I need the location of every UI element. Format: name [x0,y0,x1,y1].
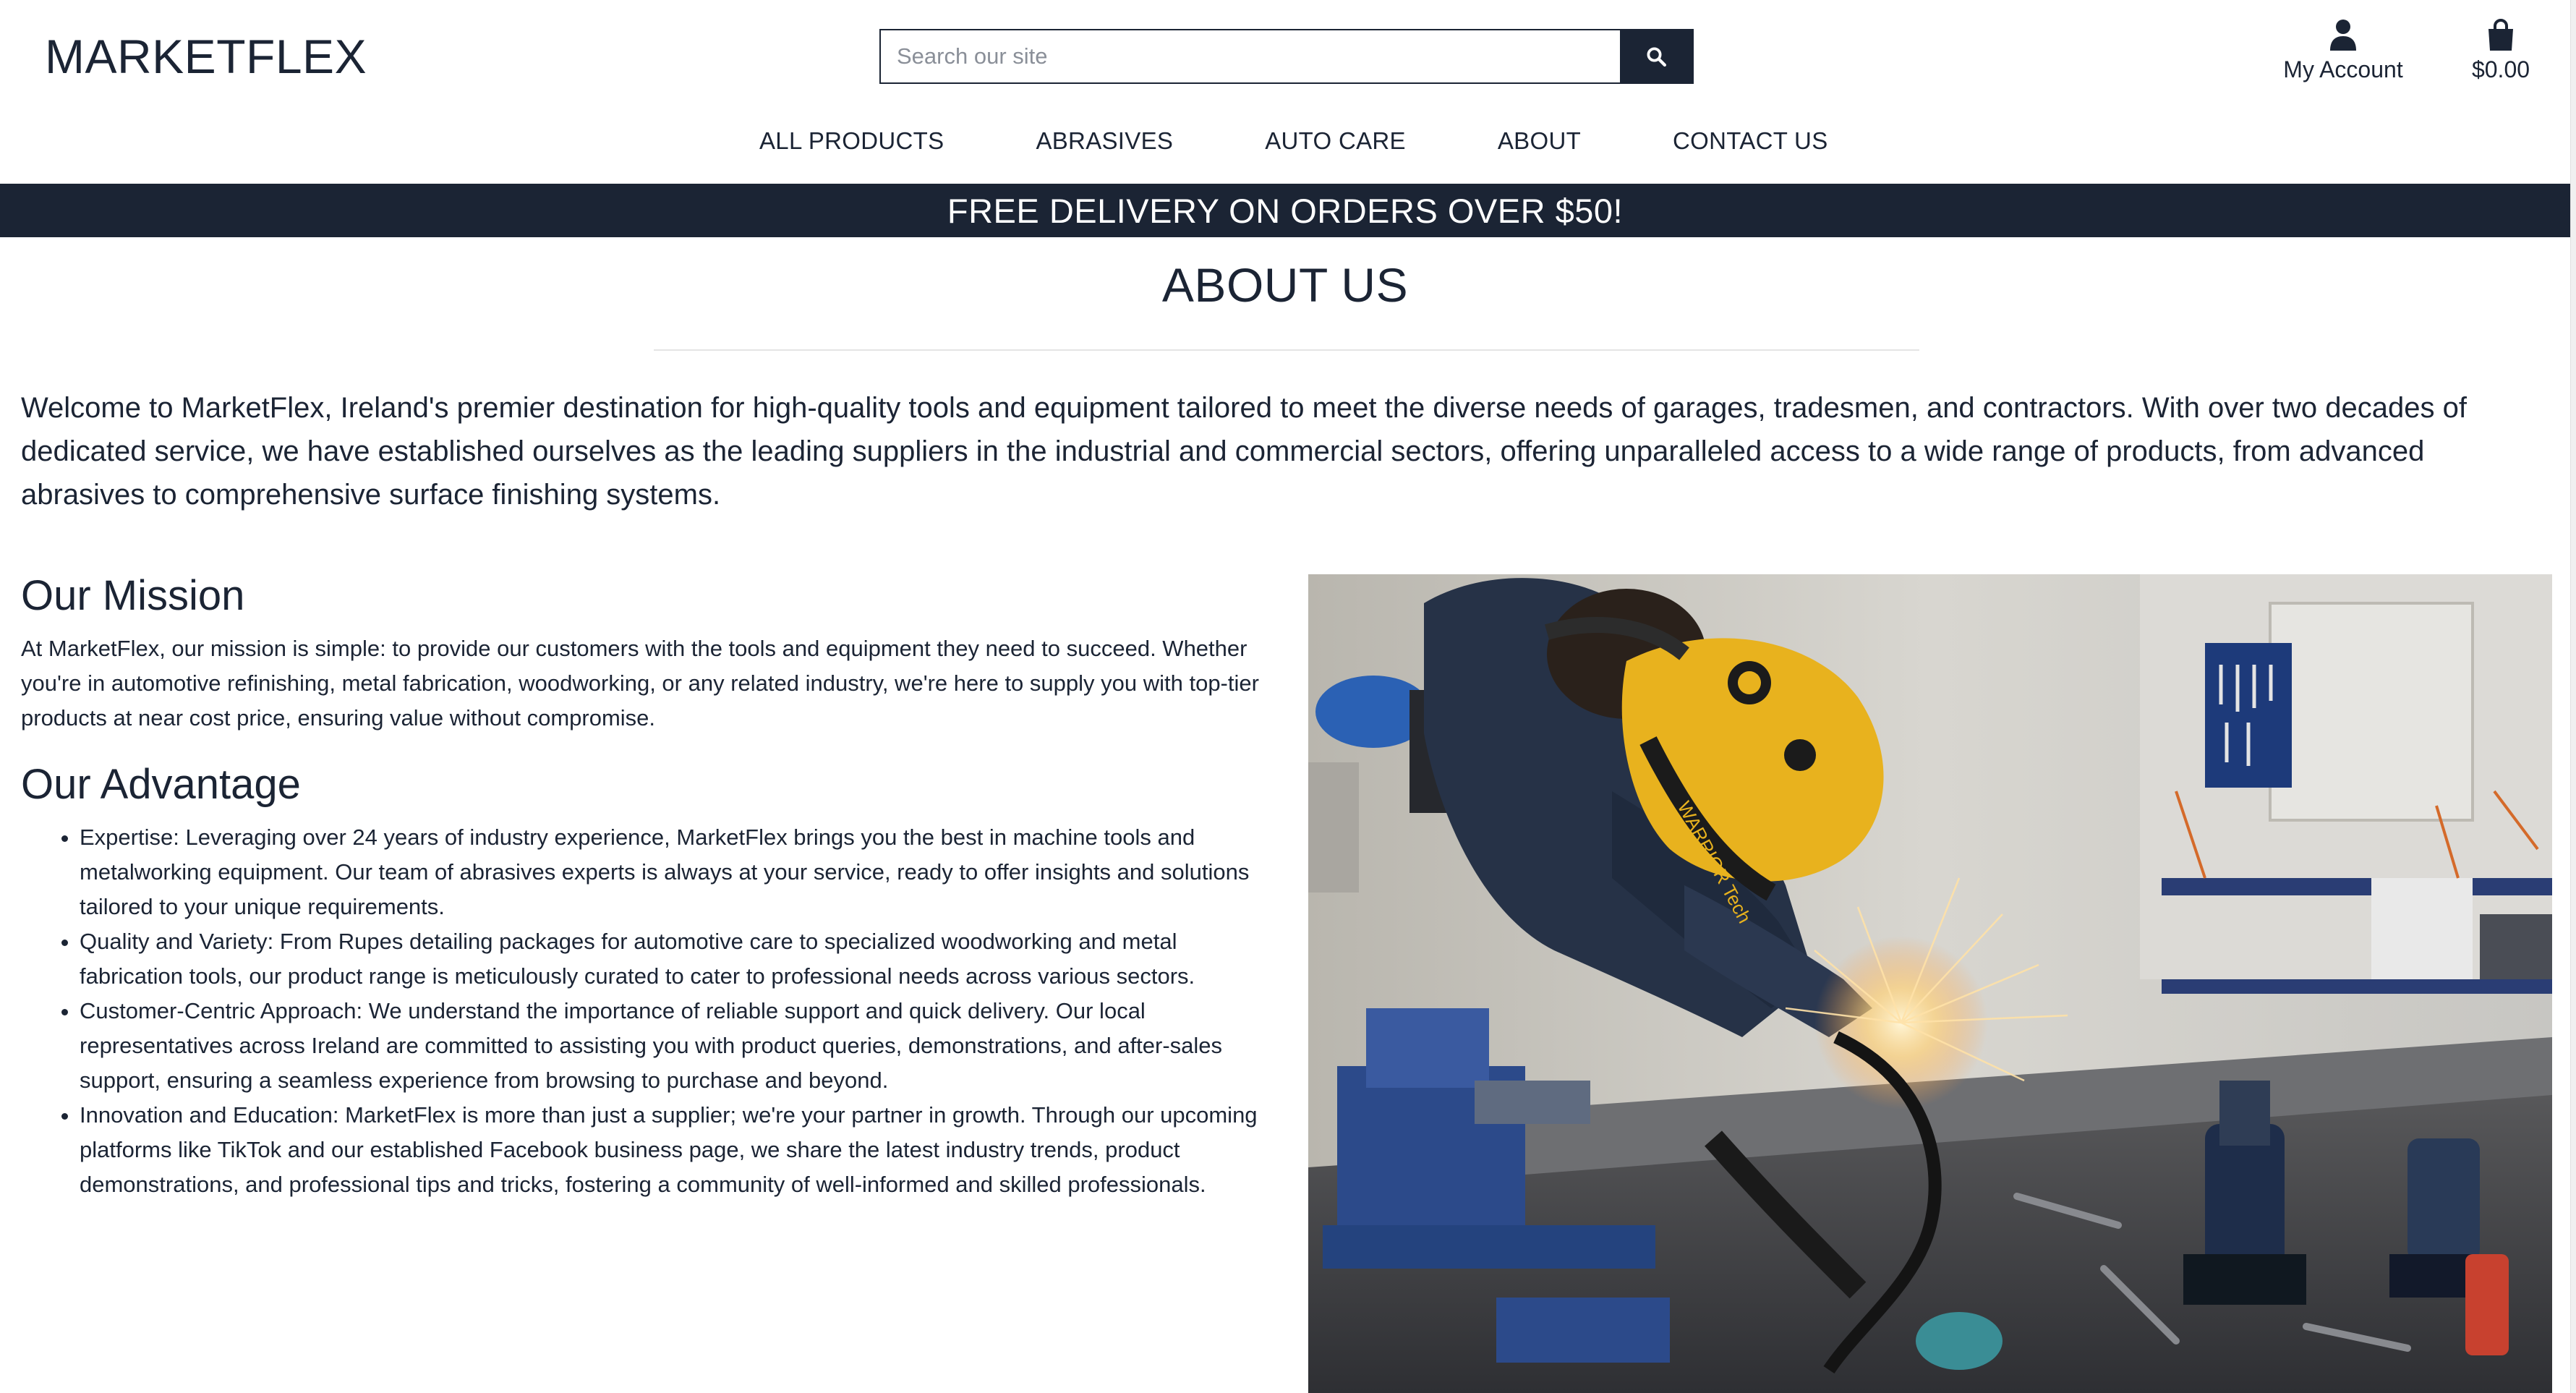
title-divider [654,349,1919,351]
mission-text: At MarketFlex, our mission is simple: to… [21,636,1259,730]
page: MARKETFLEX My Account $0.00 ALL PRODUCTS… [0,0,2576,1393]
my-account-link[interactable]: My Account [2278,19,2408,83]
my-account-label: My Account [2283,56,2403,82]
list-item: Innovation and Education: MarketFlex is … [80,1098,1279,1202]
search-button[interactable] [1620,30,1692,82]
cart-total: $0.00 [2471,56,2530,82]
intro-paragraph: Welcome to MarketFlex, Ireland's premier… [21,392,2467,511]
user-icon [2330,20,2356,51]
site-logo[interactable]: MARKETFLEX [45,29,367,84]
search-input[interactable] [881,30,1620,82]
advantage-list: Expertise: Leveraging over 24 years of i… [21,820,1279,1202]
workshop-photo: WARRIOR Tech [1308,574,2552,1393]
advantage-heading: Our Advantage [21,761,301,808]
nav-auto-care[interactable]: AUTO CARE [1265,127,1406,155]
scrollbar[interactable] [2570,0,2576,1393]
nav-abrasives[interactable]: ABRASIVES [1036,127,1173,155]
nav-contact-us[interactable]: CONTACT US [1673,127,1827,155]
mission-heading: Our Mission [21,572,245,619]
delivery-banner: FREE DELIVERY ON ORDERS OVER $50! [0,184,2570,237]
list-item: Expertise: Leveraging over 24 years of i… [80,820,1279,924]
shopping-bag-icon [2488,19,2513,51]
list-item: Customer-Centric Approach: We understand… [80,994,1279,1098]
nav-about[interactable]: ABOUT [1498,127,1581,155]
search-icon [1647,47,1666,67]
search-form [879,29,1694,84]
main-nav: ALL PRODUCTS ABRASIVES AUTO CARE ABOUT C… [759,127,1828,155]
welder-illustration: WARRIOR Tech [1308,574,2552,1393]
page-title: ABOUT US [1161,258,1409,312]
list-item: Quality and Variety: From Rupes detailin… [80,924,1279,994]
nav-all-products[interactable]: ALL PRODUCTS [759,127,944,155]
about-text-column: Our Mission At MarketFlex, our mission i… [21,571,1279,1202]
cart-link[interactable]: $0.00 [2457,19,2544,83]
